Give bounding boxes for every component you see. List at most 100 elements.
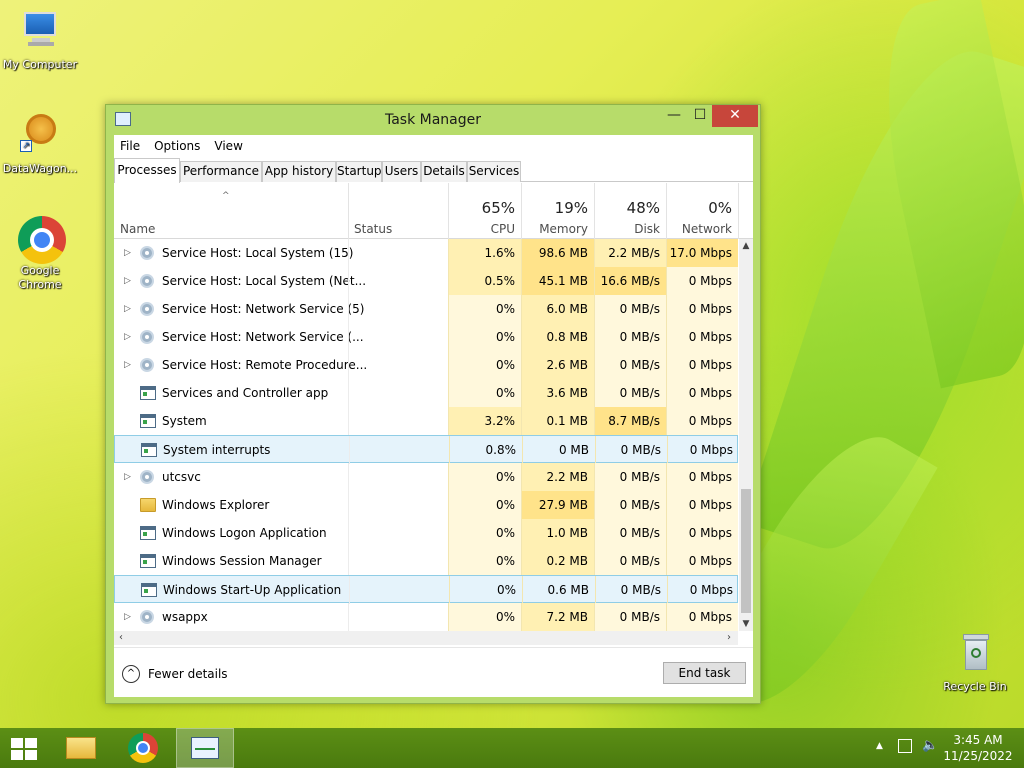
tab-processes[interactable]: Processes bbox=[114, 158, 180, 183]
expand-arrow-icon[interactable]: ▷ bbox=[124, 463, 131, 491]
process-status bbox=[348, 463, 448, 491]
process-cpu: 0% bbox=[448, 491, 521, 519]
menu-options[interactable]: Options bbox=[154, 139, 200, 153]
process-memory: 0 MB bbox=[522, 436, 595, 464]
process-status bbox=[348, 239, 448, 267]
process-network: 0 Mbps bbox=[666, 323, 738, 351]
tab-details[interactable]: Details bbox=[421, 161, 467, 182]
process-network: 0 Mbps bbox=[666, 491, 738, 519]
process-cpu: 0% bbox=[448, 379, 521, 407]
process-row[interactable]: Windows Session Manager 0% 0.2 MB 0 MB/s 0 M… bbox=[114, 547, 738, 575]
process-disk: 0 MB/s bbox=[594, 351, 666, 379]
process-network: 0 Mbps bbox=[666, 295, 738, 323]
process-row[interactable]: ▷ Service Host: Local System (15) 1.6% 98.6… bbox=[114, 239, 738, 267]
process-cpu: 0% bbox=[448, 323, 521, 351]
network-icon[interactable] bbox=[898, 739, 912, 753]
disk-total: 48% bbox=[626, 199, 660, 217]
scroll-thumb[interactable] bbox=[741, 489, 751, 613]
scroll-up-icon[interactable]: ▲ bbox=[739, 239, 753, 253]
fewer-details-button[interactable]: ^ Fewer details bbox=[122, 664, 228, 684]
desktop-icon-datawagon[interactable]: ↗ DataWagon... bbox=[0, 112, 80, 176]
process-memory: 6.0 MB bbox=[521, 295, 594, 323]
process-row[interactable]: ▷ Service Host: Network Service (5) 0% 6.0 … bbox=[114, 295, 738, 323]
process-network: 0 Mbps bbox=[666, 547, 738, 575]
column-header-network[interactable]: 0% Network bbox=[666, 183, 738, 239]
process-status bbox=[348, 519, 448, 547]
process-disk: 0 MB/s bbox=[594, 519, 666, 547]
process-status bbox=[348, 407, 448, 435]
expand-arrow-icon[interactable]: ▷ bbox=[124, 267, 131, 295]
process-row[interactable]: Windows Explorer 0% 27.9 MB 0 MB/s 0 Mbps bbox=[114, 491, 738, 519]
process-status bbox=[348, 379, 448, 407]
column-header-name[interactable]: Name bbox=[114, 183, 348, 239]
desktop-icon-recycle-bin[interactable]: Recycle Bin bbox=[935, 630, 1015, 694]
app-window-icon bbox=[140, 554, 156, 568]
process-row[interactable]: ▷ utcsvc 0% 2.2 MB 0 MB/s 0 Mbps bbox=[114, 463, 738, 491]
process-memory: 98.6 MB bbox=[521, 239, 594, 267]
column-header-cpu[interactable]: 65% CPU bbox=[448, 183, 521, 239]
process-cpu: 0% bbox=[448, 295, 521, 323]
service-gear-icon bbox=[140, 358, 154, 372]
taskbar: ▲ 🔈 3:45 AM 11/25/2022 bbox=[0, 728, 1024, 768]
taskbar-task-manager[interactable] bbox=[176, 728, 234, 768]
process-memory: 0.6 MB bbox=[522, 576, 595, 604]
column-header-status[interactable]: Status bbox=[348, 183, 448, 239]
taskbar-chrome[interactable] bbox=[114, 728, 172, 768]
process-cpu: 0% bbox=[448, 463, 521, 491]
expand-arrow-icon[interactable]: ▷ bbox=[124, 239, 131, 267]
process-row[interactable]: Windows Start-Up Application 0% 0.6 MB 0 MB… bbox=[114, 575, 738, 604]
show-hidden-icons-icon[interactable]: ▲ bbox=[876, 741, 883, 751]
service-gear-icon bbox=[140, 610, 154, 624]
menu-view[interactable]: View bbox=[214, 139, 242, 153]
process-row[interactable]: Services and Controller app 0% 3.6 MB 0 MB/… bbox=[114, 379, 738, 407]
process-row[interactable]: ▷ Service Host: Network Service (... 0% 0.8… bbox=[114, 323, 738, 351]
expand-arrow-icon[interactable]: ▷ bbox=[124, 351, 131, 379]
desktop-icon-my-computer[interactable]: My Computer bbox=[0, 8, 80, 72]
expand-arrow-icon[interactable]: ▷ bbox=[124, 603, 131, 631]
process-row[interactable]: System interrupts 0.8% 0 MB 0 MB/s 0 Mbps bbox=[114, 435, 738, 464]
horizontal-scrollbar[interactable]: ‹ › bbox=[114, 631, 738, 645]
process-status bbox=[348, 351, 448, 379]
clock-time: 3:45 AM bbox=[953, 733, 1003, 747]
column-header-memory[interactable]: 19% Memory bbox=[521, 183, 594, 239]
process-network: 0 Mbps bbox=[666, 351, 738, 379]
tab-performance[interactable]: Performance bbox=[180, 161, 262, 182]
scroll-right-icon[interactable]: › bbox=[722, 631, 736, 645]
process-row[interactable]: ▷ Service Host: Remote Procedure... 0% 2.6 … bbox=[114, 351, 738, 379]
task-manager-window[interactable]: Task Manager — ☐ ✕ File Options View Pro… bbox=[105, 104, 761, 704]
tab-startup[interactable]: Startup bbox=[336, 161, 382, 182]
process-disk: 0 MB/s bbox=[594, 603, 666, 631]
process-memory: 0.1 MB bbox=[521, 407, 594, 435]
process-memory: 0.8 MB bbox=[521, 323, 594, 351]
process-disk: 0 MB/s bbox=[595, 576, 667, 604]
expand-arrow-icon[interactable]: ▷ bbox=[124, 295, 131, 323]
title-bar[interactable]: Task Manager — ☐ ✕ bbox=[106, 105, 760, 135]
maximize-button[interactable]: ☐ bbox=[685, 105, 715, 127]
tab-app-history[interactable]: App history bbox=[262, 161, 336, 182]
tab-services[interactable]: Services bbox=[467, 161, 521, 182]
process-disk: 16.6 MB/s bbox=[594, 267, 666, 295]
column-headers: ^ Name Status 65% CPU 19% Memory 48% Dis… bbox=[114, 183, 753, 239]
process-row[interactable]: Windows Logon Application 0% 1.0 MB 0 MB/s 0… bbox=[114, 519, 738, 547]
taskbar-file-explorer[interactable] bbox=[52, 728, 110, 768]
service-gear-icon bbox=[140, 470, 154, 484]
app-window-icon bbox=[140, 386, 156, 400]
vertical-scrollbar[interactable]: ▲ ▼ bbox=[739, 239, 753, 631]
column-header-disk[interactable]: 48% Disk bbox=[594, 183, 666, 239]
scroll-left-icon[interactable]: ‹ bbox=[114, 631, 128, 645]
close-button[interactable]: ✕ bbox=[712, 105, 758, 127]
expand-arrow-icon[interactable]: ▷ bbox=[124, 323, 131, 351]
end-task-button[interactable]: End task bbox=[663, 662, 746, 684]
desktop-icon-google-chrome[interactable]: Google Chrome bbox=[0, 214, 80, 292]
scroll-down-icon[interactable]: ▼ bbox=[739, 617, 753, 631]
process-network: 0 Mbps bbox=[666, 603, 738, 631]
process-row[interactable]: ▷ Service Host: Local System (Net... 0.5% 4… bbox=[114, 267, 738, 295]
process-row[interactable]: ▷ wsappx 0% 7.2 MB 0 MB/s 0 Mbps bbox=[114, 603, 738, 631]
tab-users[interactable]: Users bbox=[382, 161, 421, 182]
window-footer: ^ Fewer details End task bbox=[114, 647, 753, 697]
taskbar-clock[interactable]: 3:45 AM 11/25/2022 bbox=[938, 732, 1018, 764]
start-button[interactable] bbox=[0, 728, 58, 768]
process-row[interactable]: System 3.2% 0.1 MB 8.7 MB/s 0 Mbps bbox=[114, 407, 738, 435]
menu-file[interactable]: File bbox=[120, 139, 140, 153]
volume-icon[interactable]: 🔈 bbox=[922, 738, 938, 753]
